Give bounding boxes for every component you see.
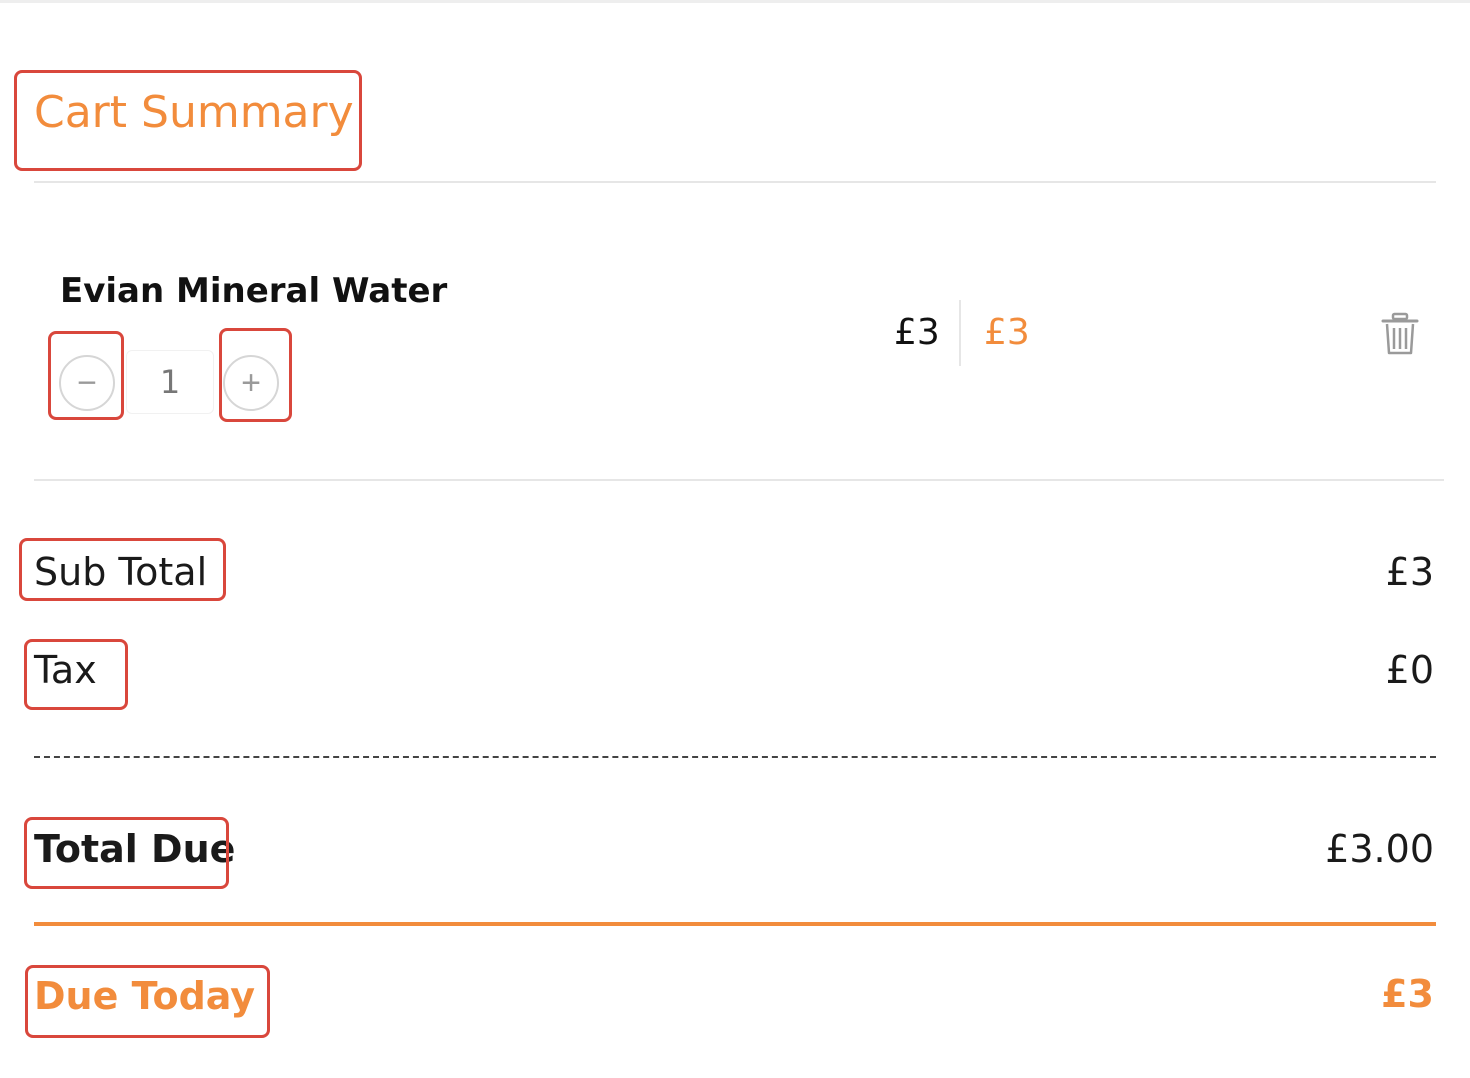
highlight-box: [48, 331, 124, 420]
item-line-total: £3: [984, 312, 1030, 353]
highlight-box: [19, 538, 226, 601]
due-today-divider: [34, 922, 1436, 926]
trash-icon[interactable]: [1380, 312, 1420, 356]
quantity-input[interactable]: [126, 350, 214, 414]
item-divider: [34, 479, 1444, 481]
highlight-box: [25, 965, 270, 1038]
total-due-value: £3.00: [1325, 827, 1434, 871]
highlight-box: [24, 639, 128, 710]
title-divider: [34, 181, 1436, 183]
panel-top-border: [0, 0, 1470, 3]
due-today-value: £3: [1381, 972, 1434, 1016]
item-name: Evian Mineral Water: [60, 271, 448, 311]
highlight-box: [14, 70, 362, 171]
highlight-box: [219, 328, 292, 422]
subtotal-value: £3: [1385, 550, 1434, 594]
price-divider: [959, 300, 961, 366]
totals-dashed-divider: [34, 756, 1436, 758]
tax-value: £0: [1385, 648, 1434, 692]
item-unit-price: £3: [894, 312, 940, 353]
highlight-box: [24, 817, 229, 889]
